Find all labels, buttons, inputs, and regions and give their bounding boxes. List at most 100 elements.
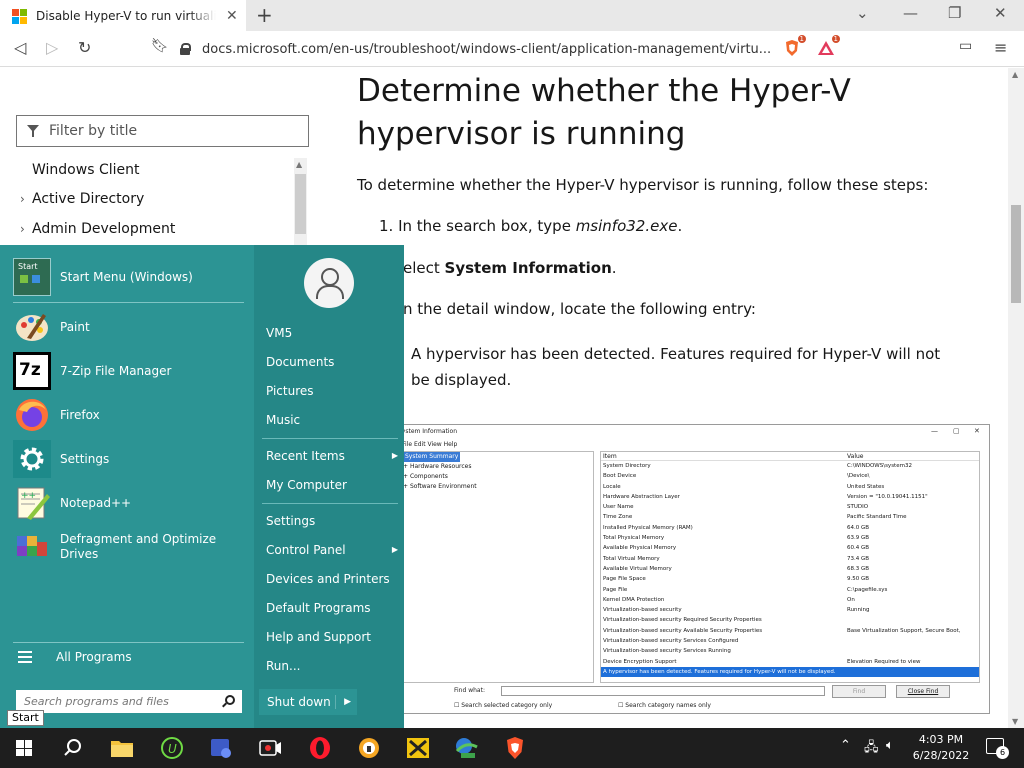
filter-input[interactable]: Filter by title [16,115,309,147]
si-close-find-button: Close Find [896,685,950,698]
network-app-icon[interactable] [453,735,479,761]
filter-icon [27,125,39,137]
app-start-menu-windows[interactable]: Start Start Menu (Windows) [13,258,248,296]
place-settings[interactable]: Settings [266,514,398,528]
app-7zip[interactable]: 7z 7-Zip File Manager [13,352,248,390]
brave-rewards-icon[interactable]: 1 [816,35,840,58]
opera-icon[interactable] [307,735,333,761]
shutdown-button[interactable]: Shut down ▶ [259,689,357,715]
scroll-up-icon[interactable]: ▲ [296,160,302,169]
new-tab-button[interactable]: + [256,3,273,27]
si-tree-item: + Software Environment [403,483,477,490]
page-title: Determine whether the Hyper-V hypervisor… [357,73,851,152]
si-row: Locale United States [603,483,885,490]
restore-icon[interactable]: ❐ [948,4,961,22]
scroll-up-icon[interactable]: ▲ [1012,70,1018,79]
brave-browser-icon[interactable] [502,735,528,761]
network-icon[interactable]: 🖧︎ [864,738,879,760]
si-row: Virtualization-based security Services C… [603,638,739,645]
tab-search-chevron-icon[interactable]: ⌄ [856,4,869,22]
places-divider [262,503,398,504]
puzzle-app-icon[interactable] [405,735,431,761]
minimize-icon[interactable]: — [903,4,918,22]
place-my-computer[interactable]: My Computer [266,478,398,492]
rewards-badge: 1 [831,35,840,43]
page-scrollbar-thumb[interactable] [1011,205,1021,303]
place-pictures[interactable]: Pictures [266,384,398,398]
si-row: Kernel DMA Protection On [603,596,855,603]
app-defragment[interactable]: Defragment and Optimize Drives [13,528,248,566]
search-icon[interactable] [225,695,235,705]
upwork-icon[interactable]: U [159,735,185,761]
svg-text:++: ++ [21,491,36,501]
si-category-tree: System Summary + Hardware Resources + Co… [394,451,594,683]
toc-item-windows-client[interactable]: Windows Client [20,162,139,178]
toc-item-active-directory[interactable]: › Active Directory [20,191,144,207]
remote-desktop-icon[interactable] [208,735,234,761]
search-icon[interactable] [60,735,86,761]
toc-scrollbar-thumb[interactable] [295,174,306,234]
submenu-arrow-icon: ▶ [391,545,398,554]
volume-icon[interactable]: 🔈︎ [886,738,894,753]
step-1: 1. In the search box, type msinfo32.exe. [379,217,683,235]
place-music[interactable]: Music [266,413,398,427]
wallet-icon[interactable]: ▭ [959,38,972,54]
reload-icon[interactable]: ↻ [78,38,91,57]
scroll-down-icon[interactable]: ▼ [1012,717,1018,726]
forward-icon[interactable]: ▷ [46,38,58,57]
file-explorer-icon[interactable] [109,735,135,761]
si-row: System Directory C:\WINDOWS\system32 [603,463,912,469]
app-settings[interactable]: Settings [13,440,248,478]
back-icon[interactable]: ◁ [14,38,26,57]
tab-close-icon[interactable]: ✕ [226,8,238,24]
place-recent-items[interactable]: Recent Items ▶ [266,449,398,463]
chevron-up-icon[interactable]: ⌃ [840,738,851,753]
places-divider [262,438,398,439]
user-avatar[interactable] [304,258,354,308]
chevron-right-icon: › [20,192,25,206]
all-programs-button[interactable]: All Programs [18,650,132,664]
notification-center-icon[interactable]: 6 [986,738,1009,759]
place-devices-printers[interactable]: Devices and Printers [266,572,398,586]
place-help-support[interactable]: Help and Support [266,630,398,644]
taskbar-clock[interactable]: 4:03 PM 6/28/2022 [906,732,976,764]
app-firefox[interactable]: Firefox [13,396,248,434]
place-control-panel[interactable]: Control Panel ▶ [266,543,398,557]
start-menu-divider [13,642,244,643]
browser-tab[interactable]: Disable Hyper-V to run virtualizat ✕ [0,0,246,31]
bookmark-icon[interactable]: 🔖︎ [151,38,169,54]
shutdown-options-icon[interactable]: ▶ [335,695,351,709]
si-checkbox-1: ☐ Search selected category only [454,702,553,709]
app-notepadpp[interactable]: ++ Notepad++ [13,484,248,522]
submenu-arrow-icon: ▶ [391,451,398,460]
system-information-screenshot: System Information — ▢ ✕ File Edit View … [393,424,990,714]
start-button[interactable] [0,728,48,768]
page-scrollbar[interactable]: ▲ ▼ [1008,68,1024,728]
si-find-label: Find what: [454,687,485,694]
paint-icon [13,308,51,346]
toc-item-admin-development[interactable]: › Admin Development [20,221,175,237]
menu-icon[interactable]: ≡ [994,38,1007,57]
place-documents[interactable]: Documents [266,355,398,369]
brave-shields-icon[interactable]: 1 [782,35,806,58]
address-bar[interactable]: docs.microsoft.com/en-us/troubleshoot/wi… [180,36,770,62]
start-tooltip: Start [7,710,44,726]
notification-count-badge: 6 [996,746,1009,759]
screen-recorder-icon[interactable] [257,735,283,761]
si-rows: System Directory C:\WINDOWS\system32 Boot … [601,461,979,667]
place-user-vm5[interactable]: VM5 [266,326,398,340]
clock-time: 4:03 PM [918,733,964,746]
si-row: Virtualization-based security Services R… [603,648,731,655]
si-checkbox-2: ☐ Search category names only [618,702,711,709]
password-manager-icon[interactable] [356,735,382,761]
start-search-input[interactable]: Search programs and files [16,690,242,713]
place-default-programs[interactable]: Default Programs [266,601,398,615]
si-tree-item: + Hardware Resources [403,463,472,470]
si-row: Hardware Abstraction Layer Version = "10.… [603,493,928,500]
close-window-icon[interactable]: ✕ [994,4,1007,22]
place-run[interactable]: Run... [266,659,398,673]
si-row: Total Physical Memory 63.9 GB [603,535,870,542]
brave-badge: 1 [797,35,806,43]
si-highlight-row: A hypervisor has been detected. Features… [601,666,979,678]
app-paint[interactable]: Paint [13,308,248,346]
